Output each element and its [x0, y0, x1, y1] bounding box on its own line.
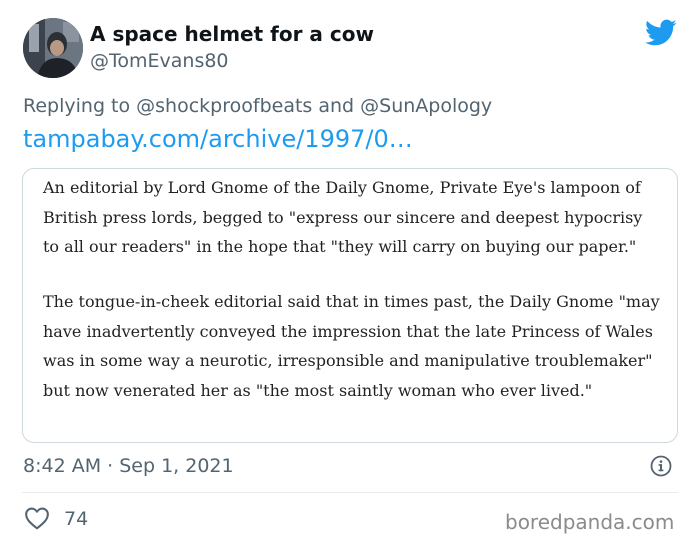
- quote-paragraph-1: An editorial by Lord Gnome of the Daily …: [43, 178, 643, 256]
- reply-mention-sunapology[interactable]: @SunApology: [360, 95, 492, 117]
- reply-prefix: Replying to: [23, 95, 137, 117]
- tweet-timestamp[interactable]: 8:42 AM · Sep 1, 2021: [23, 455, 234, 477]
- avatar-image: [23, 18, 83, 78]
- tweet-link[interactable]: tampabay.com/archive/1997/0…: [23, 125, 413, 153]
- quoted-article-card: An editorial by Lord Gnome of the Daily …: [22, 168, 678, 443]
- reply-context: Replying to @shockproofbeats and @SunApo…: [23, 95, 492, 117]
- reply-and: and: [312, 95, 361, 117]
- avatar[interactable]: [23, 18, 83, 78]
- reply-mention-shockproofbeats[interactable]: @shockproofbeats: [136, 95, 312, 117]
- info-icon[interactable]: [650, 455, 672, 477]
- user-handle[interactable]: @TomEvans80: [90, 50, 229, 72]
- watermark: boredpanda.com: [505, 510, 675, 534]
- divider: [22, 492, 678, 493]
- like-count: 74: [64, 508, 89, 530]
- quote-paragraph-2: The tongue-in-cheek editorial said that …: [43, 292, 660, 400]
- display-name[interactable]: A space helmet for a cow: [90, 22, 374, 46]
- heart-icon[interactable]: [24, 506, 50, 530]
- twitter-bird-icon[interactable]: [645, 19, 677, 47]
